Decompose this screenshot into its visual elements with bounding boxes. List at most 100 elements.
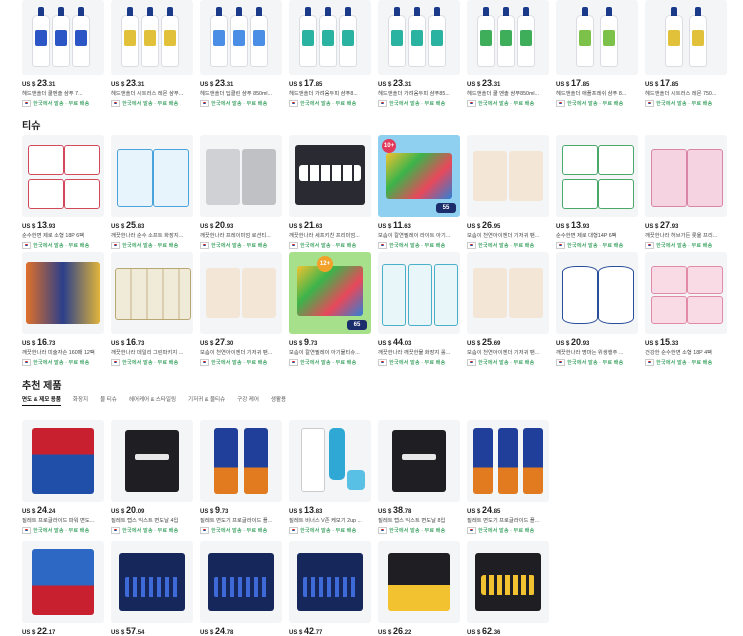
product-title[interactable]: 깨끗한나라 깨끗한물 화장지 롤... — [378, 348, 460, 356]
product-card[interactable]: US $ 17.85 헤드앤숄더 가려움두피 샴푸8... 한국에서 발송 · … — [289, 0, 371, 107]
product-image[interactable] — [467, 252, 549, 334]
tab-shaving[interactable]: 면도 & 제모 용품 — [22, 395, 61, 406]
product-title[interactable]: 깨끗한나라 명마는 위생행주 ... — [556, 348, 638, 356]
product-card[interactable]: US $ 20.93 깨끗한나라 명마는 위생행주 ... 한국에서 발송 · … — [556, 252, 638, 366]
product-card[interactable]: US $ 23.31 헤드앤숄더 딥클린 샴푸 850ml... 한국에서 발송… — [200, 0, 282, 107]
product-title[interactable]: 보솜이 천연아이젠더 기저귀 팬... — [467, 231, 549, 239]
product-image[interactable] — [467, 135, 549, 217]
product-card[interactable]: US $ 23.31 헤드앤숄더 쿨 멘솔 샴푸850ml... 한국에서 발송… — [467, 0, 549, 107]
product-card[interactable]: 10+ 55 US $ 11.63 보솜이 칼연필레이 라이트 아기... 한국… — [378, 135, 460, 249]
product-title[interactable]: 깨끗한나라 세프키친 프리미엄... — [289, 231, 371, 239]
product-title[interactable]: 헤드앤숄더 시트러스 레몬 샴푸... — [111, 89, 193, 97]
product-card[interactable]: US $ 13.93 순수한면 제로 소형 18P 6팩 한국에서 발송 · 무… — [22, 135, 104, 249]
product-title[interactable]: 헤드앤숄더 가려움두피 샴푸8... — [289, 89, 371, 97]
tab-household[interactable]: 생활용 — [271, 395, 286, 406]
product-title[interactable]: 질레트 프로글라이드 파워 면도... — [22, 516, 104, 524]
product-image[interactable] — [645, 252, 727, 334]
product-image[interactable] — [200, 252, 282, 334]
product-image[interactable] — [289, 541, 371, 623]
product-title[interactable]: 깨끗한나라 순수 소프트 화장지... — [111, 231, 193, 239]
product-image[interactable] — [111, 135, 193, 217]
product-card[interactable]: US $ 44.03 깨끗한나라 깨끗한물 화장지 롤... 한국에서 발송 ·… — [378, 252, 460, 366]
product-card[interactable]: US $ 25.83 깨끗한나라 순수 소프트 화장지... 한국에서 발송 ·… — [111, 135, 193, 249]
product-card[interactable]: US $ 25.69 보솜이 천연아이젠더 기저귀 팬... 한국에서 발송 ·… — [467, 252, 549, 366]
product-card[interactable]: US $ 16.73 깨끗한나라 데일리 그린파키지 ... 한국에서 발송 ·… — [111, 252, 193, 366]
product-card[interactable]: US $ 27.93 깨끗한나라 허브가든 롯울 프리... 한국에서 발송 ·… — [645, 135, 727, 249]
product-card[interactable]: US $ 21.63 깨끗한나라 세프키친 프리미엄... 한국에서 발송 · … — [289, 135, 371, 249]
product-title[interactable]: 질레트 비너스 V존 케모기 2up ... — [289, 516, 371, 524]
product-image[interactable] — [556, 135, 638, 217]
product-card[interactable]: US $ 23.31 헤드앤숄더 시트러스 레몬 샴푸... 한국에서 발송 ·… — [111, 0, 193, 107]
tab-oral-care[interactable]: 구강 케어 — [237, 395, 259, 406]
product-title[interactable]: 보솜이 칼연필레이 라이트 아기... — [378, 231, 460, 239]
product-image[interactable] — [378, 420, 460, 502]
product-title[interactable]: 깨끗한나라 미술자손 160매 12팩 — [22, 348, 104, 356]
product-image[interactable] — [289, 135, 371, 217]
product-image[interactable] — [378, 541, 460, 623]
product-title[interactable]: 깨끗한나라 프레이미엄 로션티... — [200, 231, 282, 239]
product-card[interactable]: 12+ 65 US $ 9.73 보솜이 칼연필레이 아기물티슈... 한국에서… — [289, 252, 371, 366]
tab-wet-wipes[interactable]: 물 티슈 — [100, 395, 117, 406]
product-image[interactable] — [556, 252, 638, 334]
product-card[interactable]: US $ 57.54 — [111, 541, 193, 636]
product-image[interactable] — [111, 541, 193, 623]
product-card[interactable]: US $ 42.77 — [289, 541, 371, 636]
product-image[interactable] — [200, 420, 282, 502]
product-image[interactable] — [111, 0, 193, 75]
product-title[interactable]: 질레트 랩스 익스트 면도날 4입 — [111, 516, 193, 524]
tab-diapers[interactable]: 기저귀 & 물티슈 — [188, 395, 225, 406]
product-image[interactable]: 12+ 65 — [289, 252, 371, 334]
product-card[interactable]: US $ 23.31 헤드앤숄더 쿨멘솔 샴푸 7... 한국에서 발송 · 무… — [22, 0, 104, 107]
product-image[interactable] — [645, 0, 727, 75]
product-image[interactable] — [22, 0, 104, 75]
product-image[interactable] — [556, 0, 638, 75]
product-image[interactable] — [467, 0, 549, 75]
product-card[interactable]: US $ 20.09 질레트 랩스 익스트 면도날 4입 한국에서 발송 · 무… — [111, 420, 193, 534]
product-image[interactable] — [22, 541, 104, 623]
product-image[interactable] — [467, 541, 549, 623]
product-card[interactable]: US $ 24.85 질레트 면도기 프로글라이드 플... 한국에서 발송 ·… — [467, 420, 549, 534]
product-card[interactable]: US $ 24.24 질레트 프로글라이드 파워 면도... 한국에서 발송 ·… — [22, 420, 104, 534]
product-title[interactable]: 헤드앤숄더 딥클린 샴푸 850ml... — [200, 89, 282, 97]
product-card[interactable]: US $ 17.85 헤드앤숄더 애플프레쉬 샴푸 8... 한국에서 발송 ·… — [556, 0, 638, 107]
product-image[interactable] — [22, 135, 104, 217]
product-image[interactable] — [200, 0, 282, 75]
product-card[interactable]: US $ 38.78 질레트 랩스 익스트 면도날 8입 한국에서 발송 · 무… — [378, 420, 460, 534]
tab-toilet-paper[interactable]: 화장지 — [73, 395, 88, 406]
product-card[interactable]: US $ 16.73 깨끗한나라 미술자손 160매 12팩 한국에서 발송 ·… — [22, 252, 104, 366]
product-image[interactable] — [200, 135, 282, 217]
product-title[interactable]: 헤드앤숄더 쿨 멘솔 샴푸850ml... — [467, 89, 549, 97]
product-title[interactable]: 질레트 면도기 프로글라이드 플... — [467, 516, 549, 524]
product-card[interactable]: US $ 13.93 순수한면 제로 대형14P 6팩 한국에서 발송 · 무료… — [556, 135, 638, 249]
product-title[interactable]: 깨끗한나라 데일리 그린파키지 ... — [111, 348, 193, 356]
product-image[interactable] — [289, 420, 371, 502]
product-title[interactable]: 헤드앤숄더 가려움두피 샴푸85... — [378, 89, 460, 97]
product-card[interactable]: US $ 20.93 깨끗한나라 프레이미엄 로션티... 한국에서 발송 · … — [200, 135, 282, 249]
product-image[interactable] — [200, 541, 282, 623]
product-card[interactable]: US $ 24.78 — [200, 541, 282, 636]
product-image[interactable] — [22, 420, 104, 502]
tab-haircare[interactable]: 헤어케어 & 스타일링 — [129, 395, 176, 406]
product-image[interactable] — [289, 0, 371, 75]
product-title[interactable]: 순수한면 제로 소형 18P 6팩 — [22, 231, 104, 239]
product-card[interactable]: US $ 27.30 보솜이 천연아이젠더 기저귀 팬... 한국에서 발송 ·… — [200, 252, 282, 366]
product-title[interactable]: 보솜이 천연아이젠더 기저귀 팬... — [467, 348, 549, 356]
product-title[interactable]: 순수한면 제로 대형14P 6팩 — [556, 231, 638, 239]
product-image[interactable] — [378, 252, 460, 334]
product-title[interactable]: 건강한 순수한면 소형 18P 4팩 — [645, 348, 727, 356]
product-image[interactable]: 10+ 55 — [378, 135, 460, 217]
product-title[interactable]: 헤드앤숄더 쿨멘솔 샴푸 7... — [22, 89, 104, 97]
product-card[interactable]: US $ 13.83 질레트 비너스 V존 케모기 2up ... 한국에서 발… — [289, 420, 371, 534]
product-image[interactable] — [378, 0, 460, 75]
product-title[interactable]: 질레트 면도기 프로글라이드 플... — [200, 516, 282, 524]
product-image[interactable] — [111, 252, 193, 334]
product-card[interactable]: US $ 15.33 건강한 순수한면 소형 18P 4팩 한국에서 발송 · … — [645, 252, 727, 366]
product-title[interactable]: 헤드앤숄더 애플프레쉬 샴푸 8... — [556, 89, 638, 97]
product-card[interactable]: US $ 26.22 — [378, 541, 460, 636]
product-image[interactable] — [645, 135, 727, 217]
product-card[interactable]: US $ 9.73 질레트 면도기 프로글라이드 플... 한국에서 발송 · … — [200, 420, 282, 534]
product-image[interactable] — [22, 252, 104, 334]
product-image[interactable] — [467, 420, 549, 502]
product-card[interactable]: US $ 17.85 헤드앤숄더 시트러스 레몬 750... 한국에서 발송 … — [645, 0, 727, 107]
product-card[interactable]: US $ 23.31 헤드앤숄더 가려움두피 샴푸85... 한국에서 발송 ·… — [378, 0, 460, 107]
